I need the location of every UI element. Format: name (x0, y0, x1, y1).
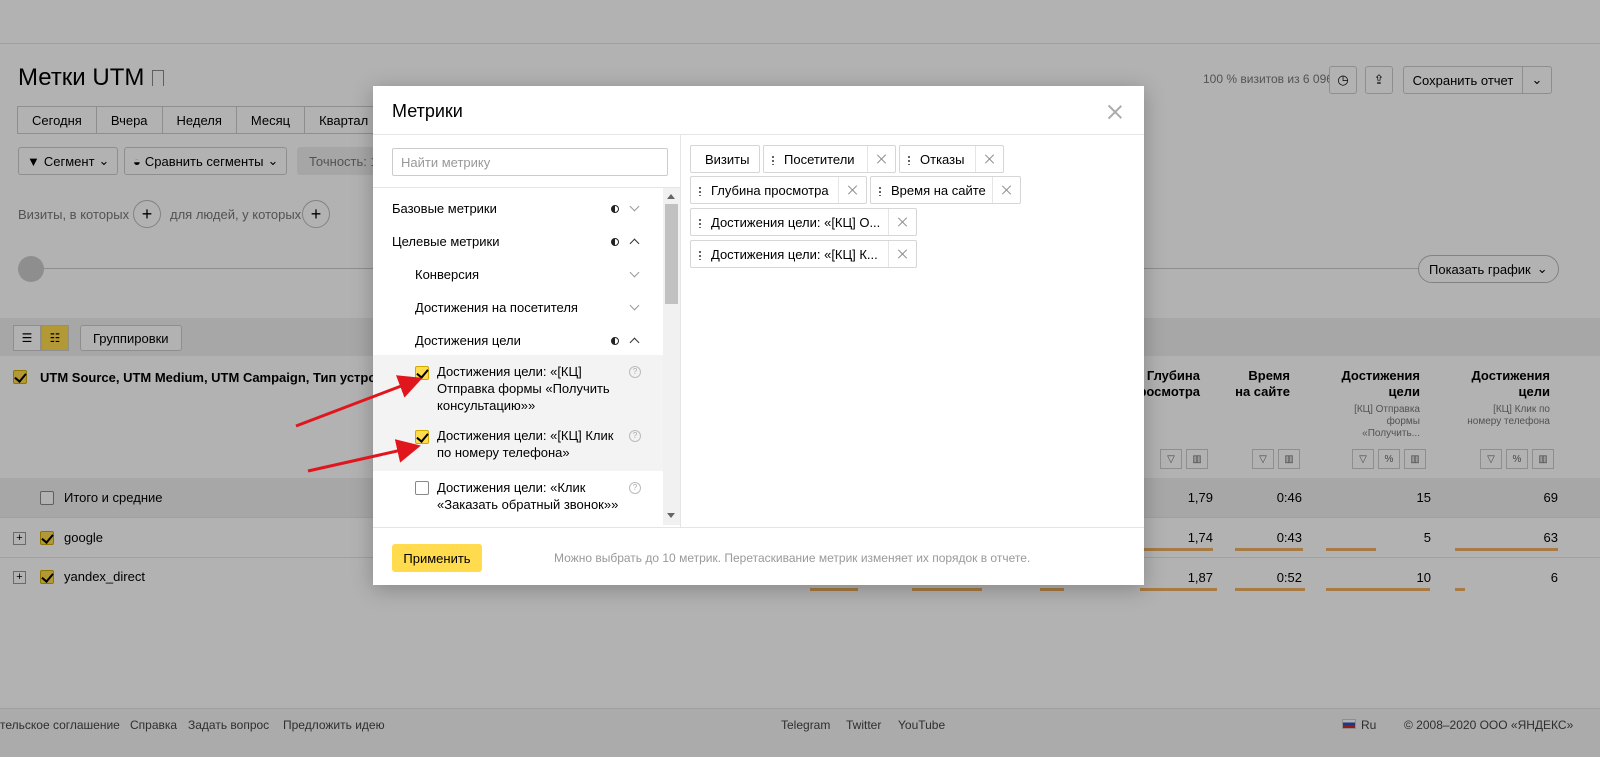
chip-time[interactable]: Время на сайте (870, 176, 1021, 204)
chip-bounces[interactable]: Отказы (899, 145, 1004, 173)
chip-label: Глубина просмотра (711, 183, 829, 198)
chip-label: Достижения цели: «[КЦ] К... (711, 247, 878, 262)
chevron-down-icon (629, 201, 640, 212)
question-icon[interactable]: ? (629, 366, 641, 378)
question-icon[interactable]: ? (629, 482, 641, 494)
chevron-down-icon (629, 267, 640, 278)
goal-item-callback[interactable]: Достижения цели: «Клик «Заказать обратны… (373, 471, 663, 525)
drag-handle-icon[interactable] (699, 186, 701, 196)
goal-label: Достижения цели: «Клик «Заказать обратны… (437, 480, 619, 512)
close-icon[interactable] (1106, 103, 1124, 121)
chip-label: Время на сайте (891, 183, 986, 198)
goal-checkbox[interactable] (415, 430, 429, 444)
dialog-title: Метрики (392, 101, 463, 121)
chevron-up-icon (629, 238, 640, 249)
metrics-dialog: Метрики Базовые метрики Целевые метрики … (373, 86, 1144, 585)
half-circle-icon (611, 205, 619, 213)
drag-handle-icon[interactable] (908, 155, 910, 165)
drag-handle-icon[interactable] (879, 186, 881, 196)
tree-item-basic[interactable]: Базовые метрики (373, 192, 663, 225)
half-circle-icon (611, 238, 619, 246)
goal-label: Достижения цели: «[КЦ] Клик по номеру те… (437, 428, 614, 460)
chip-label: Посетители (784, 152, 855, 167)
scrollbar-thumb[interactable] (665, 204, 678, 304)
goal-checkbox[interactable] (415, 366, 429, 380)
chip-label: Визиты (705, 152, 750, 167)
tree-item-goal-reach[interactable]: Достижения цели (373, 324, 663, 357)
tree-item-label: Базовые метрики (392, 201, 497, 216)
goal-checkbox[interactable] (415, 481, 429, 495)
chip-goal-phone[interactable]: Достижения цели: «[КЦ] К... (690, 240, 917, 268)
chip-label: Достижения цели: «[КЦ] О... (711, 215, 881, 230)
apply-button[interactable]: Применить (392, 544, 482, 572)
divider (373, 134, 1144, 135)
divider (680, 134, 681, 527)
chip-visits[interactable]: Визиты (690, 145, 760, 173)
chip-depth[interactable]: Глубина просмотра (690, 176, 867, 204)
chip-label: Отказы (920, 152, 965, 167)
goal-item-form[interactable]: Достижения цели: «[КЦ] Отправка формы «П… (373, 355, 663, 419)
tree-item-conversion[interactable]: Конверсия (373, 258, 663, 291)
metrics-tree: Базовые метрики Целевые метрики Конверси… (373, 188, 663, 525)
chip-visitors[interactable]: Посетители (763, 145, 896, 173)
scroll-up-icon[interactable] (667, 194, 675, 199)
remove-icon[interactable] (888, 241, 916, 267)
question-icon[interactable]: ? (629, 430, 641, 442)
tree-item-label: Конверсия (415, 267, 480, 282)
tree-item-label: Достижения цели (415, 333, 521, 348)
hint-text: Можно выбрать до 10 метрик. Перетаскиван… (554, 551, 1031, 565)
scroll-down-icon[interactable] (667, 513, 675, 518)
remove-icon[interactable] (838, 177, 866, 203)
tree-item-per-visitor[interactable]: Достижения на посетителя (373, 291, 663, 324)
tree-item-label: Достижения на посетителя (415, 300, 578, 315)
goal-label: Достижения цели: «[КЦ] Отправка формы «П… (437, 364, 610, 413)
metric-search-input[interactable] (392, 148, 668, 176)
tree-item-target[interactable]: Целевые метрики (373, 225, 663, 258)
remove-icon[interactable] (867, 146, 895, 172)
divider (373, 527, 1144, 528)
drag-handle-icon[interactable] (699, 250, 701, 260)
chevron-up-icon (629, 337, 640, 348)
remove-icon[interactable] (992, 177, 1020, 203)
chip-goal-form[interactable]: Достижения цели: «[КЦ] О... (690, 208, 917, 236)
chevron-down-icon (629, 300, 640, 311)
goal-item-phone[interactable]: Достижения цели: «[КЦ] Клик по номеру те… (373, 419, 663, 471)
remove-icon[interactable] (888, 209, 916, 235)
half-circle-icon (611, 337, 619, 345)
drag-handle-icon[interactable] (772, 155, 774, 165)
tree-item-label: Целевые метрики (392, 234, 500, 249)
drag-handle-icon[interactable] (699, 218, 701, 228)
remove-icon[interactable] (975, 146, 1003, 172)
